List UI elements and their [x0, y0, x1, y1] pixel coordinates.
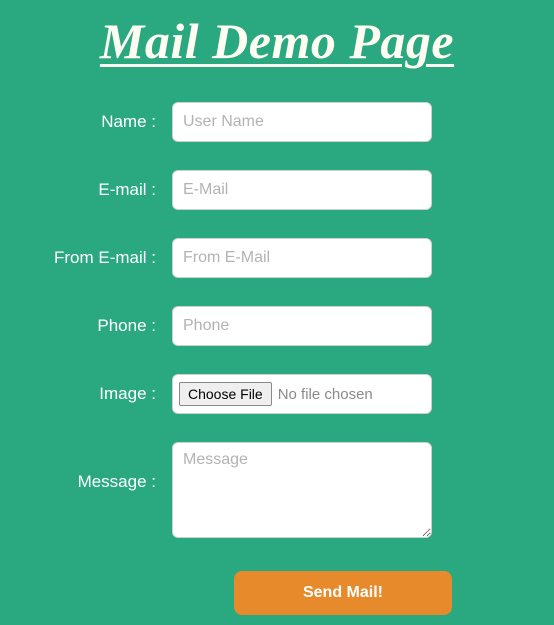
name-input[interactable]	[172, 102, 432, 142]
row-message: Message :	[40, 442, 514, 543]
file-status-text: No file chosen	[278, 386, 373, 403]
label-image: Image :	[40, 384, 172, 404]
message-textarea[interactable]	[172, 442, 432, 538]
email-input[interactable]	[172, 170, 432, 210]
label-from-email: From E-mail :	[40, 248, 172, 268]
row-phone: Phone :	[40, 306, 514, 346]
image-file-input[interactable]: Choose File No file chosen	[172, 374, 432, 414]
row-image: Image : Choose File No file chosen	[40, 374, 514, 414]
label-email: E-mail :	[40, 180, 172, 200]
phone-input[interactable]	[172, 306, 432, 346]
row-from-email: From E-mail :	[40, 238, 514, 278]
from-email-input[interactable]	[172, 238, 432, 278]
label-phone: Phone :	[40, 316, 172, 336]
row-email: E-mail :	[40, 170, 514, 210]
label-name: Name :	[40, 112, 172, 132]
row-name: Name :	[40, 102, 514, 142]
send-mail-button[interactable]: Send Mail!	[234, 571, 452, 615]
page-title: Mail Demo Page	[0, 0, 554, 94]
label-message: Message :	[40, 442, 172, 492]
choose-file-button[interactable]: Choose File	[179, 382, 272, 406]
mail-form: Name : E-mail : From E-mail : Phone : Im…	[0, 94, 554, 615]
row-submit: Send Mail!	[40, 571, 514, 615]
